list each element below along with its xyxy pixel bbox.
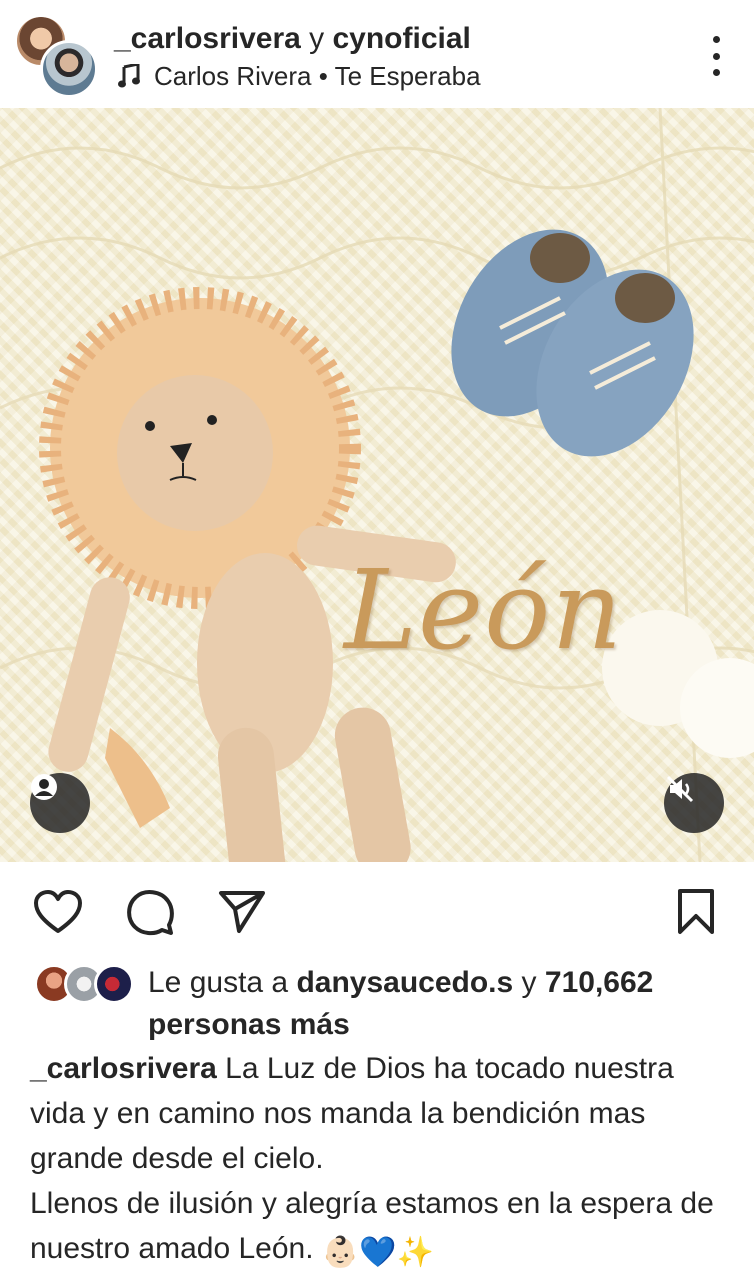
speaker-off-icon: [666, 775, 694, 803]
caption-emojis: 👶🏻💙✨: [321, 1236, 434, 1269]
bookmark-icon[interactable]: [670, 886, 722, 938]
embroidered-name: León: [344, 546, 624, 674]
music-note-icon: [118, 64, 140, 88]
person-icon: [31, 774, 57, 800]
liker-avatar: [94, 964, 134, 1004]
liker-username-link[interactable]: danysaucedo.s: [296, 966, 513, 999]
likes-suffix[interactable]: personas más: [148, 1008, 350, 1041]
author-primary-link[interactable]: _carlosrivera: [114, 22, 301, 55]
caption-username-link[interactable]: _carlosrivera: [30, 1052, 217, 1085]
paper-plane-icon[interactable]: [216, 886, 268, 938]
post-media[interactable]: León: [0, 108, 754, 862]
audio-track-label: Carlos Rivera • Te Esperaba: [154, 61, 481, 91]
post-actions-bar: [0, 862, 754, 958]
media-illustration: [0, 108, 754, 862]
liker-avatars: [34, 964, 134, 1004]
collab-avatars[interactable]: [14, 14, 98, 98]
more-options-icon[interactable]: [706, 36, 726, 76]
post-header: _carlosrivera y cynoficial Carlos Rivera…: [0, 0, 754, 108]
volume-muted-icon[interactable]: [664, 773, 724, 833]
heart-icon[interactable]: [32, 886, 84, 938]
avatar-secondary[interactable]: [40, 40, 98, 98]
post-caption: _carlosrivera La Luz de Dios ha tocado n…: [30, 1046, 730, 1275]
likes-text: Le gusta a danysaucedo.s y 710,662 person…: [148, 962, 728, 1046]
tagged-user-icon[interactable]: [30, 773, 90, 833]
author-secondary-link[interactable]: cynoficial: [332, 22, 470, 55]
likes-count[interactable]: 710,662: [545, 966, 653, 999]
likes-prefix: Le gusta a: [148, 966, 297, 999]
post-authors: _carlosrivera y cynoficial: [114, 20, 471, 58]
likes-middle: y: [513, 966, 545, 999]
comment-bubble-icon[interactable]: [124, 886, 176, 938]
authors-joiner: y: [300, 22, 333, 55]
audio-attribution[interactable]: Carlos Rivera • Te Esperaba: [118, 60, 481, 92]
